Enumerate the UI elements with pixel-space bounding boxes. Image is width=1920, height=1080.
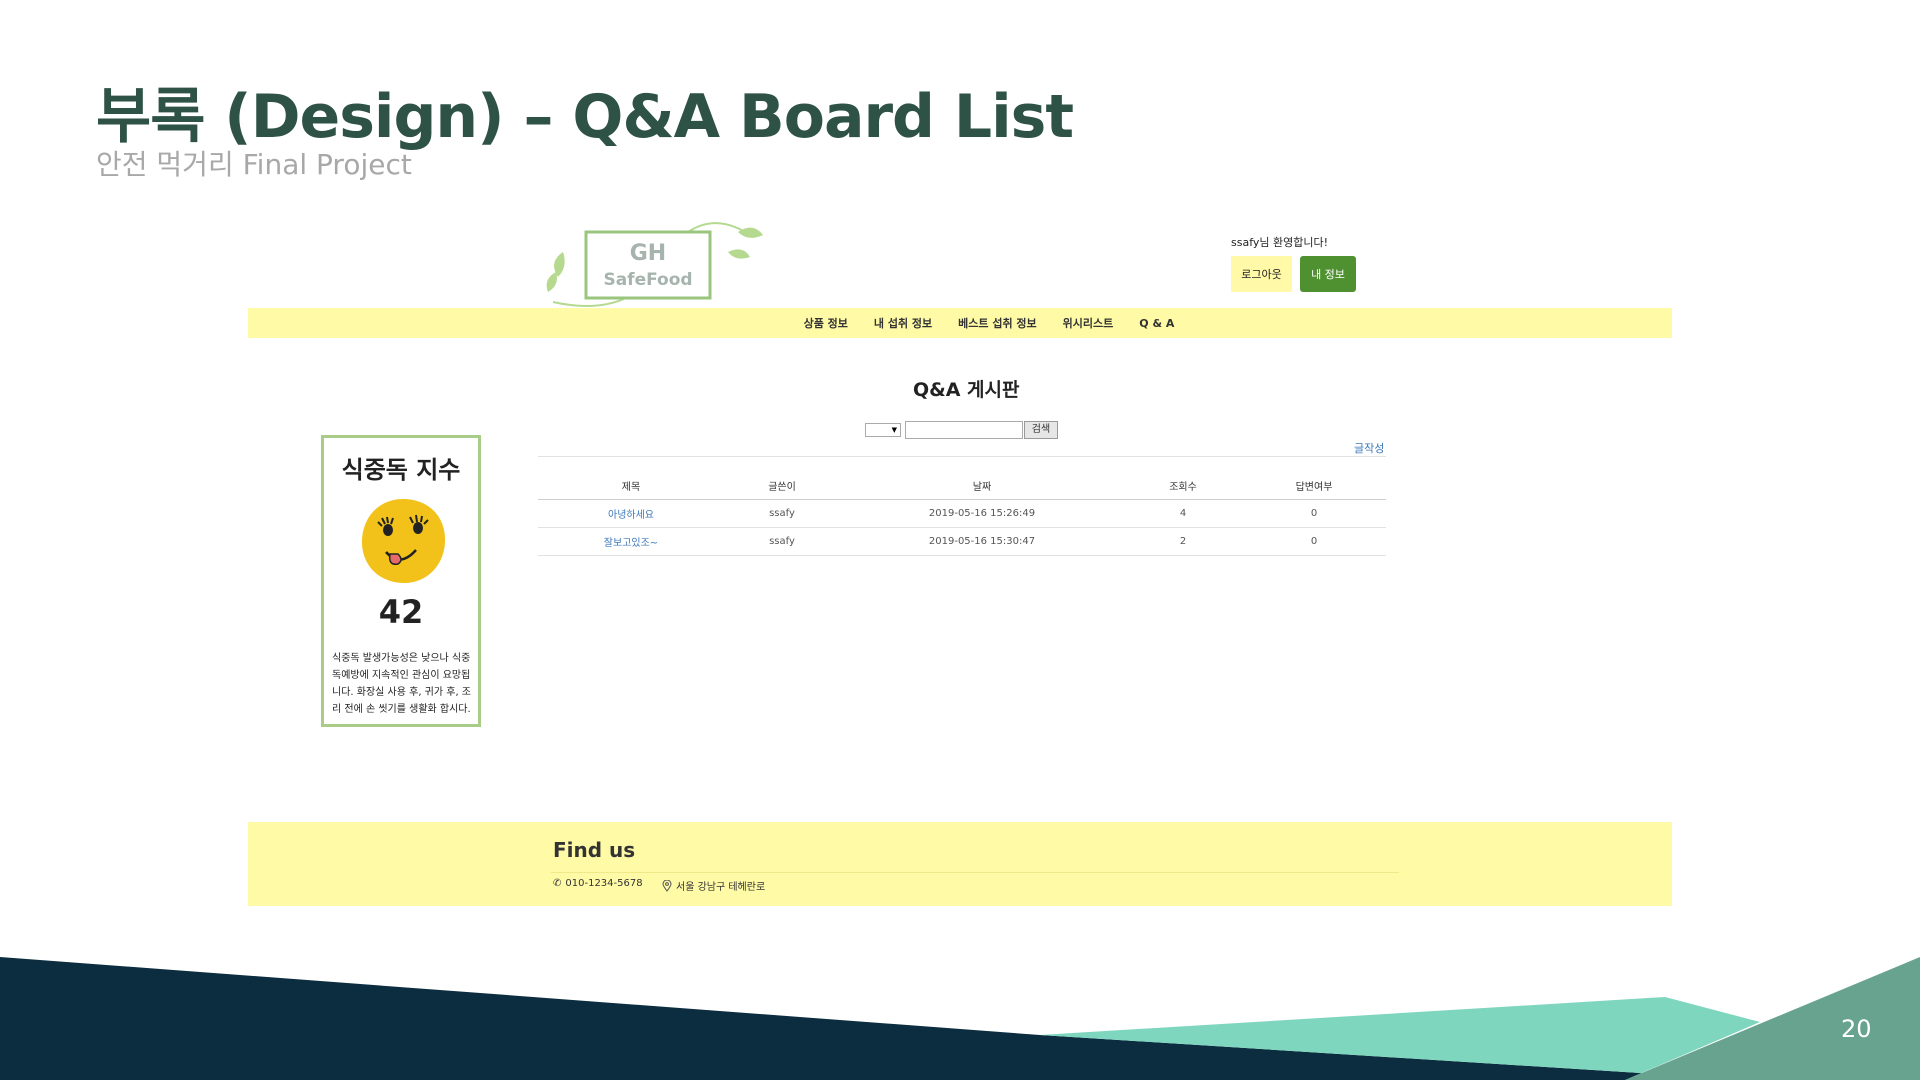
- column-header-answered: 답변여부: [1295, 482, 1333, 493]
- footer-address: 서울 강남구 테헤란로: [662, 878, 765, 893]
- post-author: ssafy: [769, 536, 795, 547]
- column-header-title: 제목: [621, 482, 641, 493]
- smiley-face-icon: [361, 499, 446, 584]
- table-header-row: 제목 글쓴이 날짜 조회수 답변여부: [538, 458, 1386, 500]
- site-footer: Find us ✆ 010-1234-5678 서울 강남구 테헤란로: [248, 822, 1672, 906]
- logout-button[interactable]: 로그아웃: [1231, 256, 1292, 292]
- post-title-link[interactable]: 잘보고있조~: [538, 534, 724, 549]
- post-answered: 0: [1310, 508, 1318, 519]
- post-date: 2019-05-16 15:26:49: [928, 508, 1036, 519]
- search-input[interactable]: [905, 421, 1023, 439]
- footer-phone: ✆ 010-1234-5678: [553, 878, 643, 889]
- column-header-date: 날짜: [972, 482, 992, 493]
- column-header-author: 글쓴이: [768, 482, 796, 493]
- write-post-link[interactable]: 글작성: [1354, 440, 1384, 456]
- post-title-link[interactable]: 아녕하세요: [538, 506, 724, 521]
- column-header-views: 조회수: [1169, 482, 1197, 493]
- logo-text-gh: GH: [630, 241, 666, 266]
- nav-item-wishlist[interactable]: 위시리스트: [1063, 315, 1114, 331]
- board-table: 제목 글쓴이 날짜 조회수 답변여부 아녕하세요 ssafy 2019-05-1…: [538, 456, 1386, 556]
- post-views: 2: [1179, 536, 1187, 547]
- dropdown-arrow-icon: ▼: [891, 426, 897, 434]
- footer-title: Find us: [553, 838, 636, 862]
- welcome-message: ssafy님 환영합니다!: [1231, 236, 1329, 249]
- nav-item-qna[interactable]: Q & A: [1139, 317, 1174, 330]
- footer-address-text: 서울 강남구 테헤란로: [676, 882, 766, 893]
- slide-subtitle: 안전 먹거리 Final Project: [96, 148, 412, 181]
- website-screenshot: GH SafeFood ssafy님 환영합니다! 로그아웃 내 정보 상품 정…: [248, 212, 1672, 912]
- nav-item-product-info[interactable]: 상품 정보: [804, 315, 848, 331]
- slide-title: 부록 (Design) – Q&A Board List: [96, 82, 1074, 152]
- logo-text-safefood: SafeFood: [603, 270, 692, 290]
- food-poisoning-index-card: 식중독 지수 42 식중독 발생가능성은 낮으나 식중독예방에 지속적인 관심이…: [321, 435, 481, 727]
- phone-icon: ✆: [553, 878, 562, 889]
- search-type-select[interactable]: ▼: [865, 423, 901, 437]
- map-pin-icon: [662, 879, 672, 892]
- post-answered: 0: [1310, 536, 1318, 547]
- safefood-logo[interactable]: GH SafeFood: [538, 217, 768, 317]
- table-row: 잘보고있조~ ssafy 2019-05-16 15:30:47 2 0: [538, 528, 1386, 556]
- footer-phone-number: 010-1234-5678: [565, 878, 643, 889]
- index-card-title: 식중독 지수: [341, 456, 461, 484]
- index-card-description: 식중독 발생가능성은 낮으나 식중독예방에 지속적인 관심이 요망됩니다. 화장…: [332, 653, 472, 715]
- search-button[interactable]: 검색: [1024, 421, 1058, 439]
- post-author: ssafy: [769, 508, 795, 519]
- my-info-button[interactable]: 내 정보: [1300, 256, 1356, 292]
- nav-item-my-intake[interactable]: 내 섭취 정보: [874, 315, 932, 331]
- footer-divider: [551, 872, 1399, 873]
- main-nav: 상품 정보 내 섭취 정보 베스트 섭취 정보 위시리스트 Q & A: [248, 308, 1672, 338]
- board-title: Q&A 게시판: [913, 379, 1020, 401]
- index-card-value: 42: [378, 593, 424, 631]
- post-views: 4: [1179, 508, 1187, 519]
- nav-item-best-intake[interactable]: 베스트 섭취 정보: [958, 315, 1037, 331]
- post-date: 2019-05-16 15:30:47: [928, 536, 1036, 547]
- table-row: 아녕하세요 ssafy 2019-05-16 15:26:49 4 0: [538, 500, 1386, 528]
- page-number: 20: [1841, 1015, 1872, 1043]
